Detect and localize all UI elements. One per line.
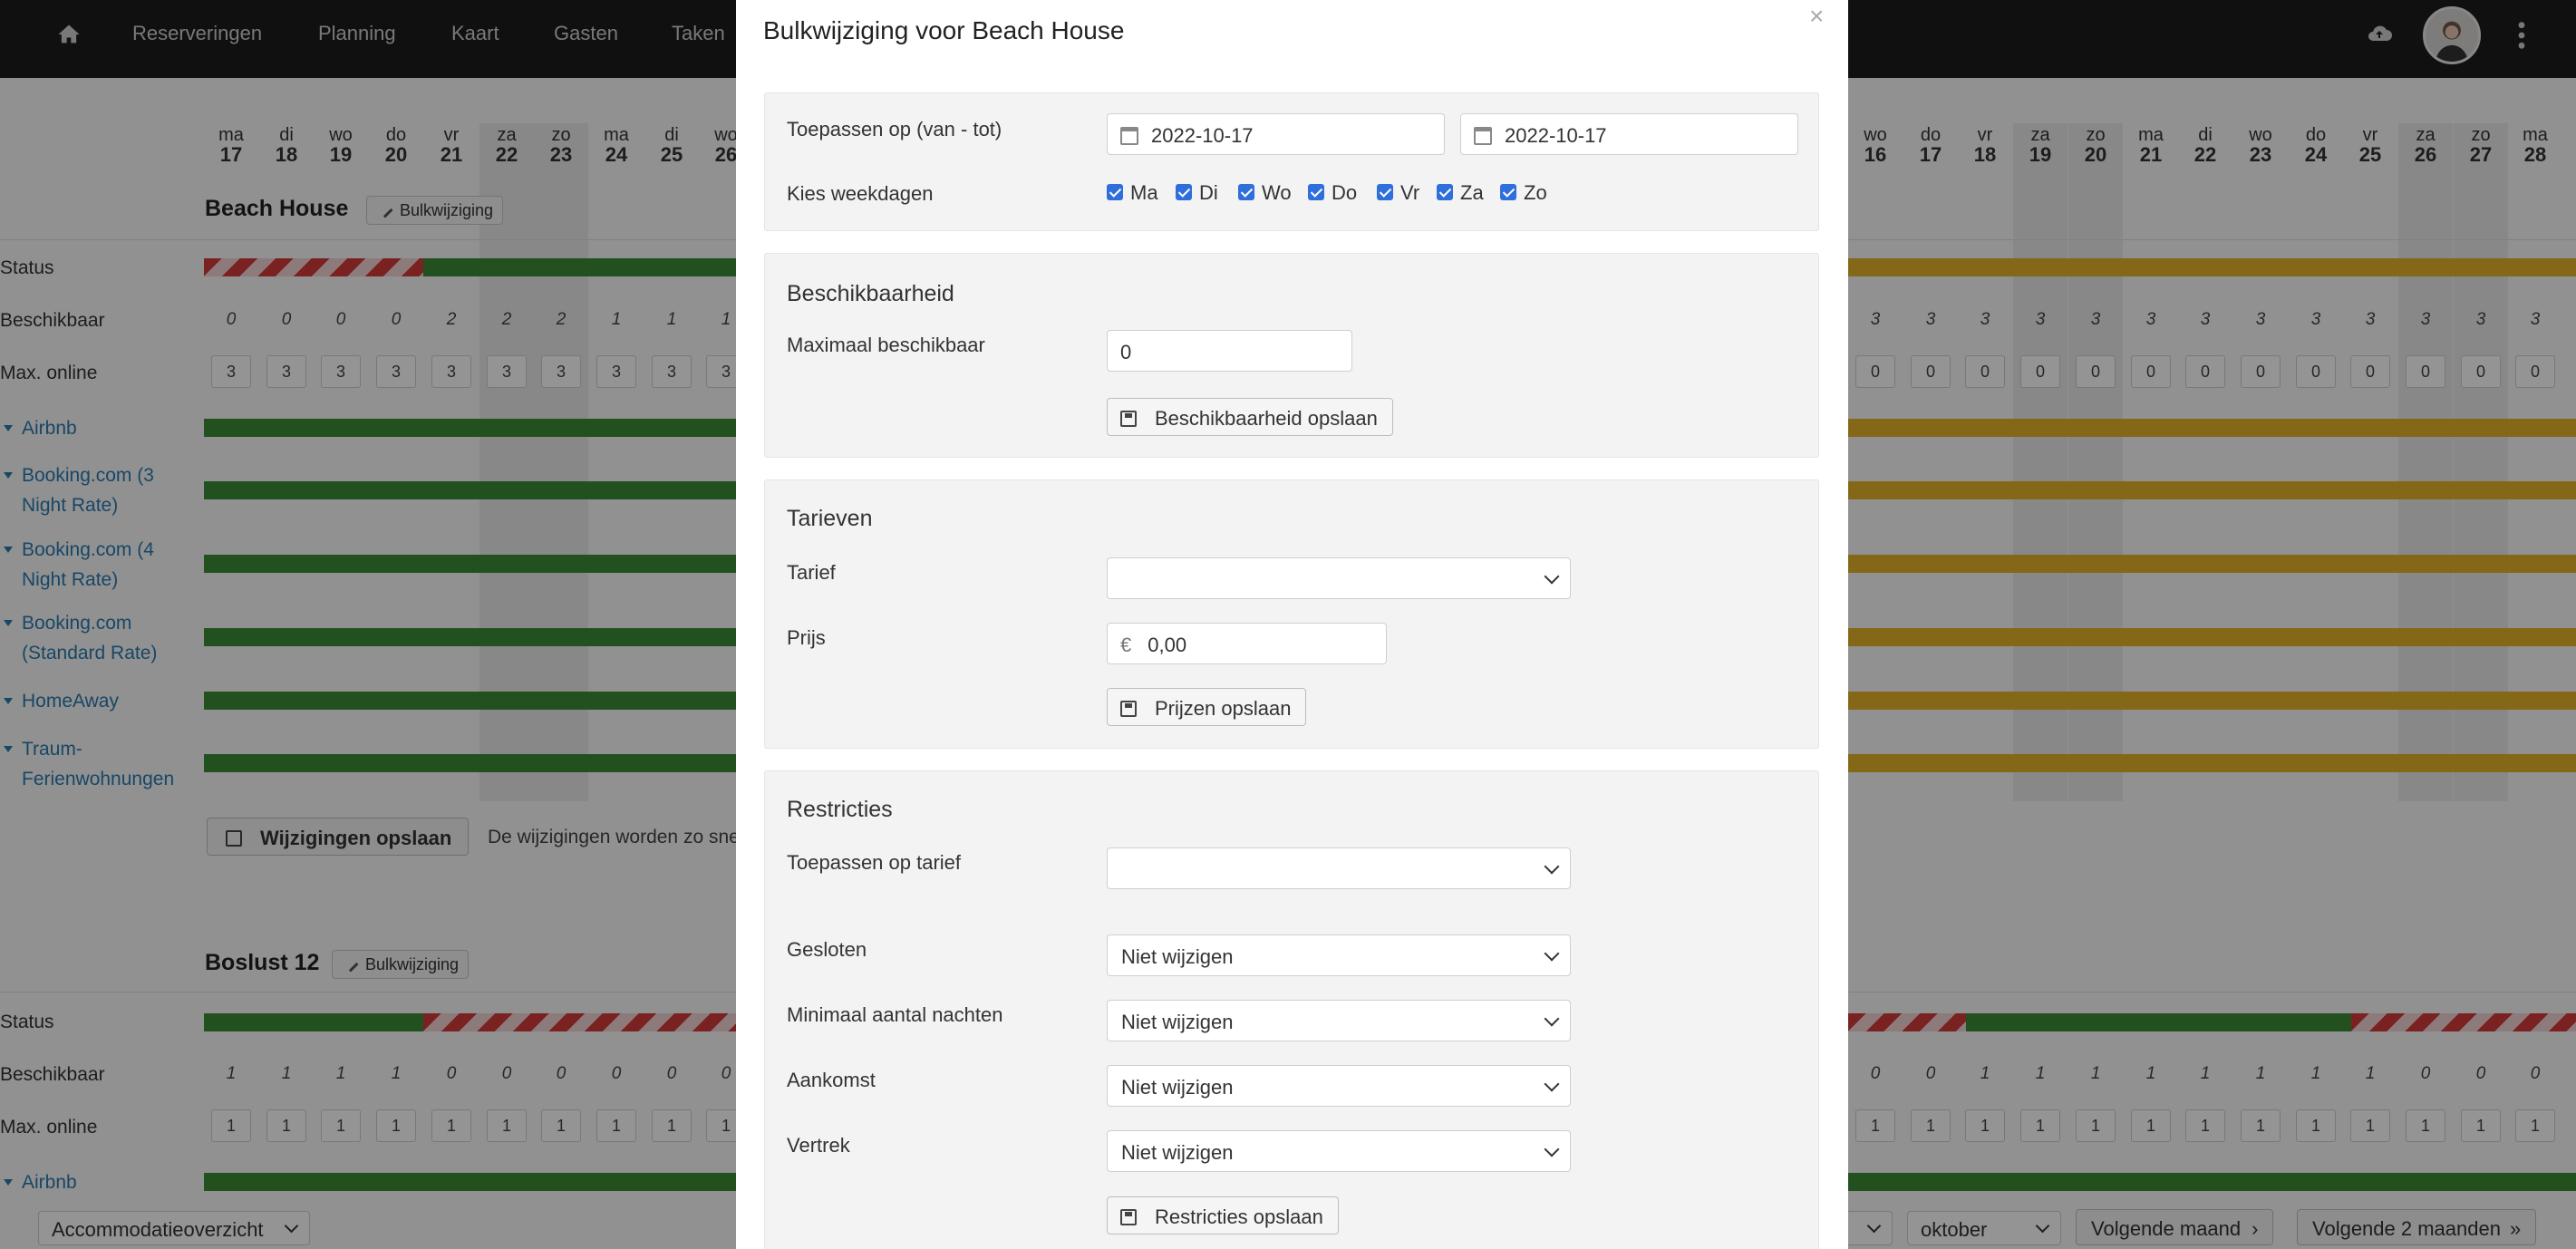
price-label: Prijs <box>787 626 826 649</box>
price-value: 0,00 <box>1148 634 1187 656</box>
save-prices-label: Prijzen opslaan <box>1155 697 1292 720</box>
save-availability-button[interactable]: Beschikbaarheid opslaan <box>1107 398 1393 436</box>
weekday-checkbox-ma[interactable]: Ma <box>1107 181 1158 205</box>
save-restrictions-button[interactable]: Restricties opslaan <box>1107 1196 1339 1234</box>
weekday-label: Zo <box>1524 181 1547 204</box>
weekday-label: Do <box>1332 181 1358 204</box>
date-to-value: 2022-10-17 <box>1505 124 1607 147</box>
weekdays-label: Kies weekdagen <box>787 182 934 205</box>
weekday-label: Ma <box>1130 181 1158 204</box>
weekday-checkbox-di[interactable]: Di <box>1176 181 1218 205</box>
save-icon <box>1120 411 1137 427</box>
departure-value: Niet wijzigen <box>1121 1141 1234 1164</box>
weekday-checkbox-zo[interactable]: Zo <box>1500 181 1547 205</box>
weekday-label: Wo <box>1262 181 1292 204</box>
restrictions-title: Restricties <box>787 797 893 822</box>
max-available-value: 0 <box>1120 341 1132 363</box>
save-icon <box>1120 1209 1137 1225</box>
min-nights-value: Niet wijzigen <box>1121 1011 1234 1033</box>
availability-panel: Beschikbaarheid Maximaal beschikbaar 0 B… <box>764 253 1819 458</box>
checkbox-checked-icon <box>1107 184 1123 200</box>
closed-value: Niet wijzigen <box>1121 945 1234 968</box>
max-available-input[interactable]: 0 <box>1107 330 1352 372</box>
checkbox-checked-icon <box>1500 184 1516 200</box>
apply-rate-select[interactable] <box>1107 847 1571 889</box>
rates-panel: Tarieven Tarief Prijs €0,00 Prijzen opsl… <box>764 479 1819 749</box>
checkbox-checked-icon <box>1377 184 1393 200</box>
apply-rate-label: Toepassen op tarief <box>787 851 962 874</box>
rate-select[interactable] <box>1107 557 1571 599</box>
arrival-value: Niet wijzigen <box>1121 1076 1234 1099</box>
checkbox-checked-icon <box>1308 184 1324 200</box>
checkbox-checked-icon <box>1238 184 1254 200</box>
save-availability-label: Beschikbaarheid opslaan <box>1155 407 1378 430</box>
chevron-down-icon <box>1544 858 1560 875</box>
arrival-label: Aankomst <box>787 1069 876 1091</box>
closed-label: Gesloten <box>787 938 867 961</box>
save-restrictions-label: Restricties opslaan <box>1155 1205 1323 1228</box>
weekday-checkbox-vr[interactable]: Vr <box>1377 181 1419 205</box>
app-root: Reserveringen Planning Kaart Gasten Take… <box>0 0 2576 1249</box>
rate-label: Tarief <box>787 561 836 584</box>
calendar-icon <box>1120 127 1138 145</box>
restrictions-panel: Restricties Toepassen op tarief Gesloten… <box>764 770 1819 1249</box>
departure-select[interactable]: Niet wijzigen <box>1107 1130 1571 1172</box>
departure-label: Vertrek <box>787 1134 850 1157</box>
close-icon[interactable]: × <box>1809 2 1824 31</box>
closed-select[interactable]: Niet wijzigen <box>1107 934 1571 976</box>
date-from-input[interactable]: 2022-10-17 <box>1107 113 1445 155</box>
period-panel: Toepassen op (van - tot) 2022-10-17 2022… <box>764 92 1819 231</box>
min-nights-select[interactable]: Niet wijzigen <box>1107 1000 1571 1041</box>
price-input[interactable]: €0,00 <box>1107 623 1387 664</box>
max-available-label: Maximaal beschikbaar <box>787 334 985 356</box>
chevron-down-icon <box>1544 945 1560 962</box>
chevron-down-icon <box>1544 1011 1560 1027</box>
chevron-down-icon <box>1544 568 1560 585</box>
weekday-checkbox-wo[interactable]: Wo <box>1238 181 1292 205</box>
chevron-down-icon <box>1544 1076 1560 1092</box>
date-from-value: 2022-10-17 <box>1151 124 1254 147</box>
date-to-input[interactable]: 2022-10-17 <box>1460 113 1798 155</box>
modal-title: Bulkwijziging voor Beach House <box>763 16 1125 44</box>
bulk-edit-modal: Bulkwijziging voor Beach House × Toepass… <box>736 0 1848 1249</box>
save-icon <box>1120 701 1137 717</box>
weekday-label: Za <box>1460 181 1484 204</box>
checkbox-checked-icon <box>1176 184 1192 200</box>
weekday-checkbox-do[interactable]: Do <box>1308 181 1357 205</box>
apply-period-label: Toepassen op (van - tot) <box>787 118 1002 140</box>
chevron-down-icon <box>1544 1141 1560 1157</box>
arrival-select[interactable]: Niet wijzigen <box>1107 1065 1571 1107</box>
checkbox-checked-icon <box>1437 184 1453 200</box>
min-nights-label: Minimaal aantal nachten <box>787 1003 1003 1026</box>
rates-title: Tarieven <box>787 506 873 531</box>
save-prices-button[interactable]: Prijzen opslaan <box>1107 688 1307 726</box>
availability-title: Beschikbaarheid <box>787 281 954 306</box>
weekday-label: Di <box>1199 181 1218 204</box>
weekday-checkbox-za[interactable]: Za <box>1437 181 1484 205</box>
calendar-icon <box>1474 127 1492 145</box>
weekday-label: Vr <box>1400 181 1420 204</box>
euro-icon: € <box>1120 634 1132 656</box>
